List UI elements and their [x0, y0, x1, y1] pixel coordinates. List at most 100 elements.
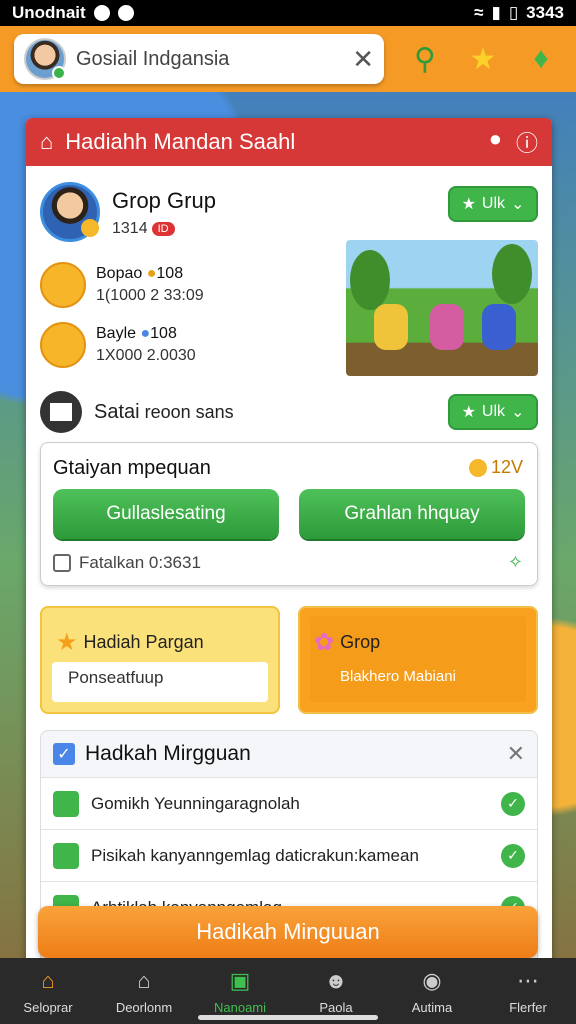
card-left-sub: Ponseatfuup [68, 668, 164, 687]
panel-header: ⌂ Hadiahh Mandan Saahl ● ⓘ [26, 118, 552, 166]
house-icon: ⌂ [137, 967, 151, 993]
tree-shape [350, 250, 390, 310]
home-icon: ⌂ [41, 967, 55, 993]
coin-icon [468, 458, 487, 477]
avatar[interactable] [24, 38, 66, 80]
nav-label: Deorlonm [115, 999, 173, 1015]
game-image[interactable] [346, 240, 538, 376]
wifi-icon: ≈ [474, 3, 484, 22]
member-coins: 108 [150, 325, 177, 342]
nav-item-flerfer[interactable]: ⋯ Flerfer [480, 958, 576, 1024]
character-shape [374, 304, 408, 350]
nav-item-deorlonm[interactable]: ⌂ Deorlonm [96, 958, 192, 1024]
mission-left-button[interactable]: Gullaslesating [53, 489, 279, 539]
heart-icon: ✿ [314, 629, 335, 656]
more-icon: ⋯ [517, 967, 539, 993]
clock-label: 3343 [526, 3, 564, 22]
signal-icon: ▮ [491, 3, 501, 22]
card-left-title: Hadiah Pargan [83, 632, 204, 652]
task-row[interactable]: Pisikah kanyanngemlag daticrakun:kamean … [41, 829, 537, 881]
close-icon[interactable]: ✕ [352, 44, 374, 75]
nav-label: Seloprar [23, 999, 73, 1015]
sparkle-icon: ✧ [507, 552, 523, 572]
nav-label: Autima [411, 999, 453, 1015]
coin-icon: ● [146, 265, 157, 282]
home-indicator[interactable] [198, 1015, 378, 1020]
reward-card-right[interactable]: ✿ Grop Blakhero Mabiani [298, 606, 538, 714]
satai-button-label: Ulk [481, 403, 506, 420]
claim-weekly-button[interactable]: Hadikah Minguuan [38, 906, 538, 958]
top-bar: Gosiail Indgansia ✕ ⚲ ★ ♦ [0, 26, 576, 92]
notification-icon [93, 5, 110, 21]
panel-title: Hadiahh Mandan Saahl [65, 129, 296, 154]
gift-icon[interactable]: ♦ [520, 38, 562, 80]
badge-icon [81, 219, 99, 237]
member-coins: 108 [156, 265, 184, 282]
task-icon [53, 790, 79, 817]
gift-icon: ▣ [229, 967, 251, 993]
group-sub: 1314 [112, 220, 148, 237]
task-row[interactable]: Gomikh Yeunningaragnolah ✓ [41, 777, 537, 829]
battery-icon: ▯ [508, 3, 519, 22]
group-badge: ID [151, 222, 175, 236]
alarm-icon [117, 5, 134, 21]
task-label: Gomikh Yeunningaragnolah [91, 793, 300, 813]
close-icon[interactable]: ✕ [507, 741, 525, 767]
member-avatar [40, 262, 86, 308]
member-name: Bopao [96, 265, 143, 282]
home-icon[interactable]: ⌂ [40, 129, 53, 155]
document-icon [40, 391, 82, 433]
member-name: Bayle [96, 325, 137, 342]
member-row[interactable]: Bayle ●108 1X000 2.0030 [40, 322, 196, 368]
chevron-down-icon: ⌄ [511, 196, 525, 213]
status-bar: Unodnait ≈ ▮ ▯ 3343 [0, 0, 576, 26]
reward-card-left[interactable]: ★ Hadiah Pargan Ponseatfuup [40, 606, 280, 714]
member-stats: 1(1000 2 33:09 [96, 287, 204, 304]
person-icon: ☻ [324, 967, 348, 993]
reward-panel: ⌂ Hadiahh Mandan Saahl ● ⓘ Grop Grup 131… [26, 118, 552, 968]
checkbox-icon[interactable] [53, 554, 71, 572]
mission-reward: 12V [490, 457, 523, 477]
satai-button[interactable]: ★ Ulk ⌄ [448, 394, 538, 430]
star-icon: ★ [461, 196, 476, 213]
satai-desc: reoon sans [144, 401, 234, 422]
mission-card: Gtaiyan mpequan 12V Gullaslesating Grahl… [40, 442, 538, 586]
nav-label: Paola [319, 999, 353, 1015]
search-icon[interactable]: ⚲ [404, 38, 446, 80]
task-label: Pisikah kanyanngemlag daticrakun:kamean [91, 845, 419, 865]
star-icon[interactable]: ★ [462, 38, 504, 80]
task-icon [53, 842, 79, 869]
satai-name: Satai [94, 400, 140, 423]
member-stats: 1X000 2.0030 [96, 347, 196, 364]
member-row[interactable]: Bopao ●108 1(1000 2 33:09 [40, 262, 204, 308]
info-icon[interactable]: ⓘ [516, 126, 538, 158]
nav-item-seloprar[interactable]: ⌂ Seloprar [0, 958, 96, 1024]
mission-right-button[interactable]: Grahlan hhquay [299, 489, 525, 539]
bottom-nav: ⌂ Seloprar ⌂ Deorlonm ▣ Nanoami ☻ Paola … [0, 958, 576, 1024]
card-right-sub: Blakhero Mabiani [340, 668, 456, 685]
group-title: Grop Grup [112, 188, 216, 213]
nav-label: Flerfer [509, 999, 547, 1015]
star-icon: ★ [56, 629, 78, 656]
checkbox-icon: ✓ [53, 743, 75, 765]
check-icon: ✓ [501, 843, 525, 868]
member-avatar [40, 322, 86, 368]
star-icon: ★ [461, 404, 476, 421]
character-shape [482, 304, 516, 350]
satai-row: Satai reoon sans ★ Ulk ⌄ [40, 390, 538, 434]
coin-icon: ● [140, 325, 151, 342]
card-right-title: Grop [340, 632, 381, 652]
group-avatar[interactable] [40, 182, 100, 242]
chevron-down-icon: ⌄ [511, 404, 525, 421]
user-icon[interactable]: ● [489, 126, 502, 158]
nav-item-autima[interactable]: ◉ Autima [384, 958, 480, 1024]
carrier-label: Unodnait [12, 3, 86, 22]
online-dot-icon [52, 66, 66, 80]
tree-shape [492, 244, 532, 304]
game-icon: ◉ [422, 967, 442, 993]
group-row: Grop Grup 1314 ID ★ Ulk ⌄ [40, 182, 538, 242]
join-label: Ulk [481, 195, 506, 212]
join-button[interactable]: ★ Ulk ⌄ [448, 186, 538, 222]
search-input[interactable]: Gosiail Indgansia ✕ [14, 34, 384, 84]
weekly-title: Hadkah Mirgguan [85, 742, 251, 765]
